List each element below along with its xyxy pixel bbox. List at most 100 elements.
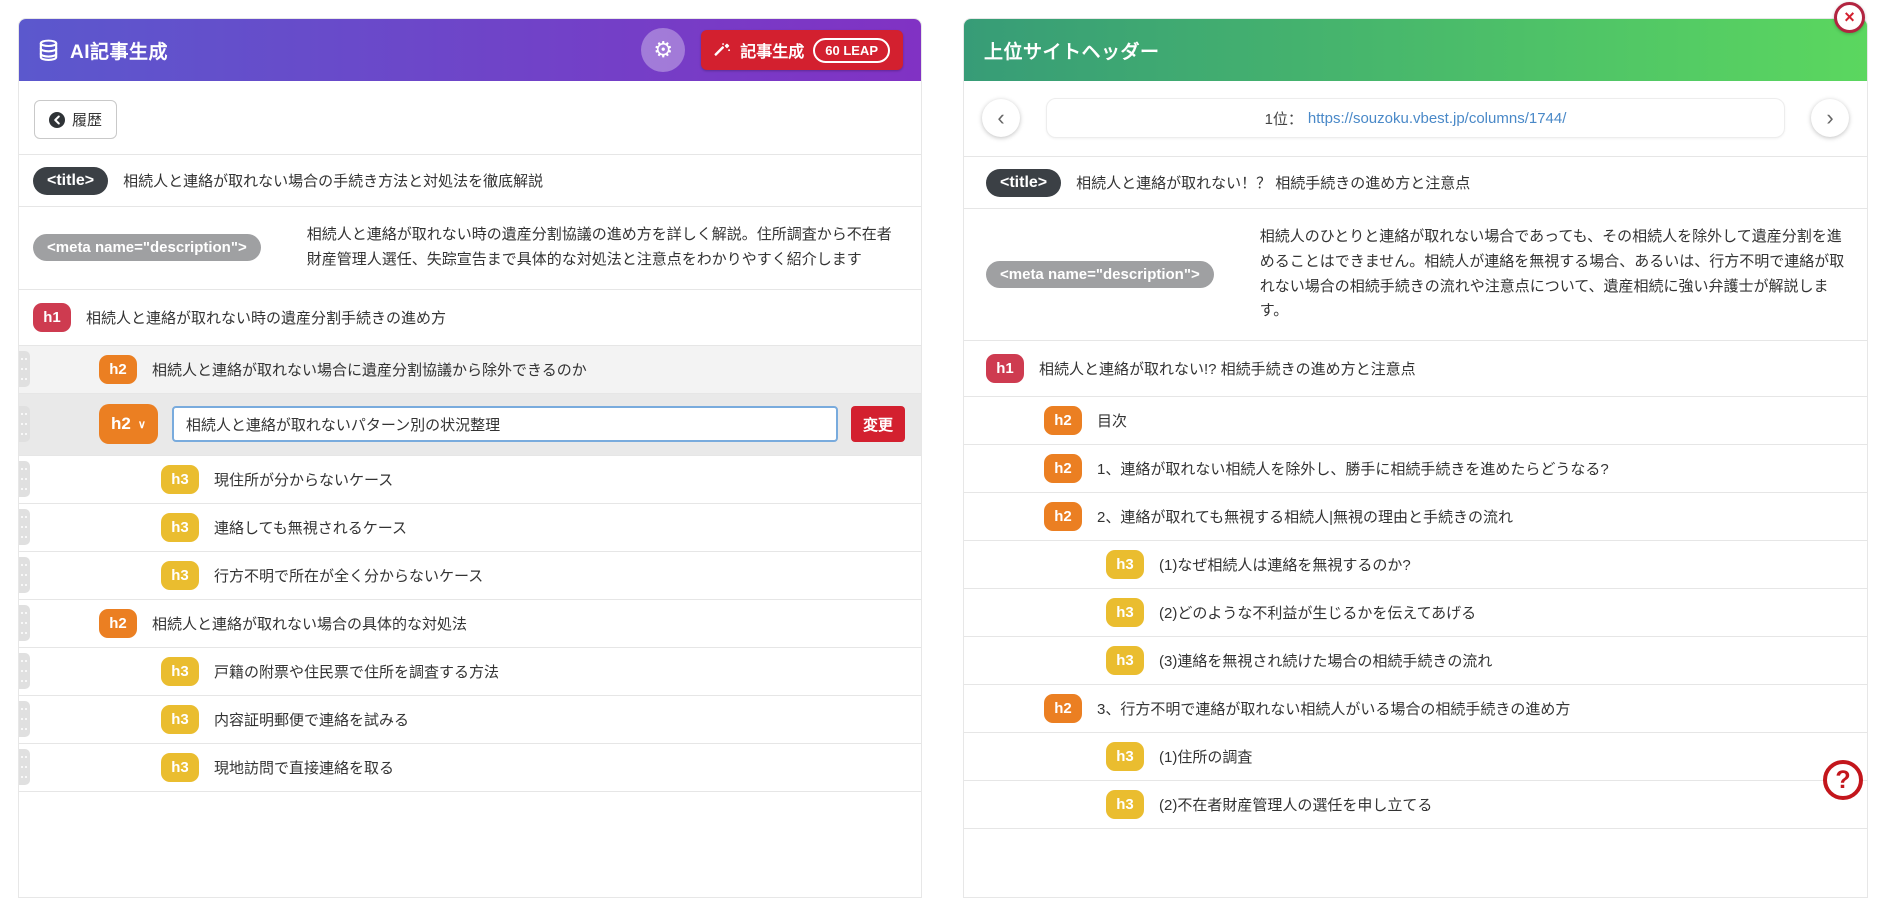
ai-article-header: AI記事生成 ⚙ 記事生成 60 LEAP	[19, 19, 921, 81]
h2-badge: h2	[1044, 502, 1082, 531]
ranked-url-link[interactable]: https://souzoku.vbest.jp/columns/1744/	[1308, 110, 1566, 127]
h3-badge: h3	[1106, 646, 1144, 675]
title-tag-row: <title> 相続人と連絡が取れない場合の手続き方法と対処法を徹底解説	[19, 155, 921, 207]
outline-row-text: 現地訪問で直接連絡を取る	[214, 759, 395, 777]
h1-badge: h1	[986, 354, 1024, 383]
outline-row-h2[interactable]: h2 相続人と連絡が取れない場合の具体的な対処法	[19, 599, 921, 648]
grip-dots-icon	[21, 412, 28, 436]
meta-description-badge: <meta name="description">	[33, 234, 261, 262]
grip-dots-icon	[21, 563, 28, 587]
page-title: AI記事生成	[70, 41, 169, 63]
outline-row-h2: h2 2、連絡が取れても無視する相続人|無視の理由と手続きの流れ	[964, 493, 1867, 541]
drag-handle[interactable]	[19, 605, 30, 641]
drag-handle[interactable]	[19, 557, 30, 593]
history-button[interactable]: 履歴	[34, 100, 118, 139]
outline-row-text: 3、行方不明で連絡が取れない相続人がいる場合の相続手続きの進め方	[1097, 701, 1571, 718]
chevron-left-icon: ‹	[997, 105, 1005, 130]
next-site-button[interactable]: ›	[1811, 99, 1849, 137]
drag-handle[interactable]	[19, 701, 30, 737]
title-tag-text: 相続人と連絡が取れない場合の手続き方法と対処法を徹底解説	[123, 173, 544, 190]
outline-edit-row: h2 ∨ 変更	[19, 393, 921, 456]
left-outline-list: <title> 相続人と連絡が取れない場合の手続き方法と対処法を徹底解説 <me…	[19, 154, 921, 792]
database-icon	[37, 39, 60, 62]
h3-badge: h3	[1106, 742, 1144, 771]
outline-row-text: 2、連絡が取れても無視する相続人|無視の理由と手続きの流れ	[1097, 509, 1514, 526]
title-tag-text: 相続人と連絡が取れない！？ 相続手続きの進め方と注意点	[1076, 175, 1471, 192]
outline-row-text: 内容証明郵便で連絡を試みる	[214, 711, 410, 729]
outline-row-h2[interactable]: h2 相続人と連絡が取れない場合に遺産分割協議から除外できるのか	[19, 345, 921, 394]
outline-row-text: 相続人と連絡が取れない場合に遺産分割協議から除外できるのか	[152, 361, 587, 379]
outline-row-h3[interactable]: h3 行方不明で所在が全く分からないケース	[19, 551, 921, 600]
outline-row-h2: h2 3、行方不明で連絡が取れない相続人がいる場合の相続手続きの進め方	[964, 685, 1867, 733]
outline-row-h3[interactable]: h3 連絡しても無視されるケース	[19, 503, 921, 552]
magic-wand-icon	[714, 42, 731, 59]
top-site-title: 上位サイトヘッダー	[984, 41, 1160, 63]
h2-badge: h2	[1044, 694, 1082, 723]
ai-article-panel: AI記事生成 ⚙ 記事生成 60 LEAP 履歴 <title> 相続人と連絡が…	[18, 18, 922, 898]
heading-level-select[interactable]: h2 ∨	[99, 404, 158, 444]
drag-handle[interactable]	[19, 653, 30, 689]
outline-row-h1[interactable]: h1 相続人と連絡が取れない時の遺産分割手続きの進め方	[19, 289, 921, 346]
right-outline-list: <title> 相続人と連絡が取れない！？ 相続手続きの進め方と注意点 <met…	[964, 156, 1867, 829]
drag-handle[interactable]	[19, 351, 30, 387]
drag-handle[interactable]	[19, 509, 30, 545]
outline-row-h3[interactable]: h3 戸籍の附票や住民票で住所を調査する方法	[19, 647, 921, 696]
question-mark-icon: ?	[1835, 765, 1851, 794]
h3-badge: h3	[1106, 550, 1144, 579]
gear-icon: ⚙	[653, 37, 674, 62]
outline-row-h3[interactable]: h3 内容証明郵便で連絡を試みる	[19, 695, 921, 744]
meta-description-row: <meta name="description"> 相続人のひとりと連絡が取れな…	[964, 209, 1867, 341]
outline-row-text: 相続人と連絡が取れない時の遺産分割手続きの進め方	[86, 309, 447, 327]
outline-row-h3: h3 (2)不在者財産管理人の選任を申し立てる	[964, 781, 1867, 829]
grip-dots-icon	[21, 659, 28, 683]
h3-badge: h3	[161, 656, 199, 686]
outline-row-h2: h2 目次	[964, 397, 1867, 445]
outline-row-text: 相続人と連絡が取れない場合の具体的な対処法	[152, 615, 468, 633]
h3-badge: h3	[161, 752, 199, 782]
heading-text-input[interactable]	[171, 406, 838, 442]
outline-row-text: (1)なぜ相続人は連絡を無視するのか?	[1159, 557, 1411, 574]
settings-button[interactable]: ⚙	[641, 28, 686, 72]
grip-dots-icon	[21, 755, 28, 779]
h3-badge: h3	[161, 464, 199, 494]
generate-button-label: 記事生成	[740, 44, 805, 61]
outline-row-h2: h2 1、連絡が取れない相続人を除外し、勝手に相続手続きを進めたらどうなる?	[964, 445, 1867, 493]
help-button[interactable]: ?	[1823, 760, 1863, 800]
h2-badge: h2	[99, 608, 137, 638]
h2-badge: h2	[99, 354, 137, 384]
drag-handle[interactable]	[19, 406, 30, 442]
outline-row-h3[interactable]: h3 現地訪問で直接連絡を取る	[19, 743, 921, 792]
drag-handle[interactable]	[19, 461, 30, 497]
h3-badge: h3	[161, 512, 199, 542]
h1-badge: h1	[33, 302, 71, 332]
meta-description-row: <meta name="description"> 相続人と連絡が取れない時の遺…	[19, 207, 921, 290]
title-tag-badge: <title>	[986, 168, 1062, 197]
drag-handle[interactable]	[19, 749, 30, 785]
change-button[interactable]: 変更	[850, 406, 905, 442]
circle-arrow-left-icon	[49, 111, 65, 128]
grip-dots-icon	[21, 467, 28, 491]
leap-credit-badge: 60 LEAP	[813, 37, 890, 63]
outline-row-h3: h3 (2)どのような不利益が生じるかを伝えてあげる	[964, 589, 1867, 637]
top-site-panel: 上位サイトヘッダー ‹ 1位： https://souzoku.vbest.jp…	[963, 18, 1868, 898]
outline-row-text: 現住所が分からないケース	[214, 471, 394, 489]
h2-badge: h2	[1044, 454, 1082, 483]
outline-row-text: 戸籍の附票や住民票で住所を調査する方法	[214, 663, 500, 681]
h3-badge: h3	[1106, 790, 1144, 819]
chevron-right-icon: ›	[1826, 105, 1834, 130]
title-tag-badge: <title>	[33, 166, 109, 195]
outline-row-h3[interactable]: h3 現住所が分からないケース	[19, 455, 921, 504]
prev-site-button[interactable]: ‹	[982, 99, 1020, 137]
outline-row-text: 1、連絡が取れない相続人を除外し、勝手に相続手続きを進めたらどうなる?	[1097, 461, 1609, 478]
outline-row-text: (3)連絡を無視され続けた場合の相続手続きの流れ	[1159, 653, 1493, 670]
close-panel-button[interactable]: ×	[1834, 2, 1865, 33]
heading-level-label: h2	[111, 414, 131, 433]
site-nav-row: ‹ 1位： https://souzoku.vbest.jp/columns/1…	[964, 81, 1867, 156]
chevron-down-icon: ∨	[137, 418, 146, 431]
generate-article-button[interactable]: 記事生成 60 LEAP	[701, 30, 903, 70]
outline-row-text: (2)不在者財産管理人の選任を申し立てる	[1159, 797, 1433, 814]
outline-row-text: (1)住所の調査	[1159, 749, 1253, 766]
close-icon: ×	[1844, 7, 1855, 27]
meta-description-badge: <meta name="description">	[986, 261, 1214, 288]
outline-row-text: (2)どのような不利益が生じるかを伝えてあげる	[1159, 605, 1477, 622]
